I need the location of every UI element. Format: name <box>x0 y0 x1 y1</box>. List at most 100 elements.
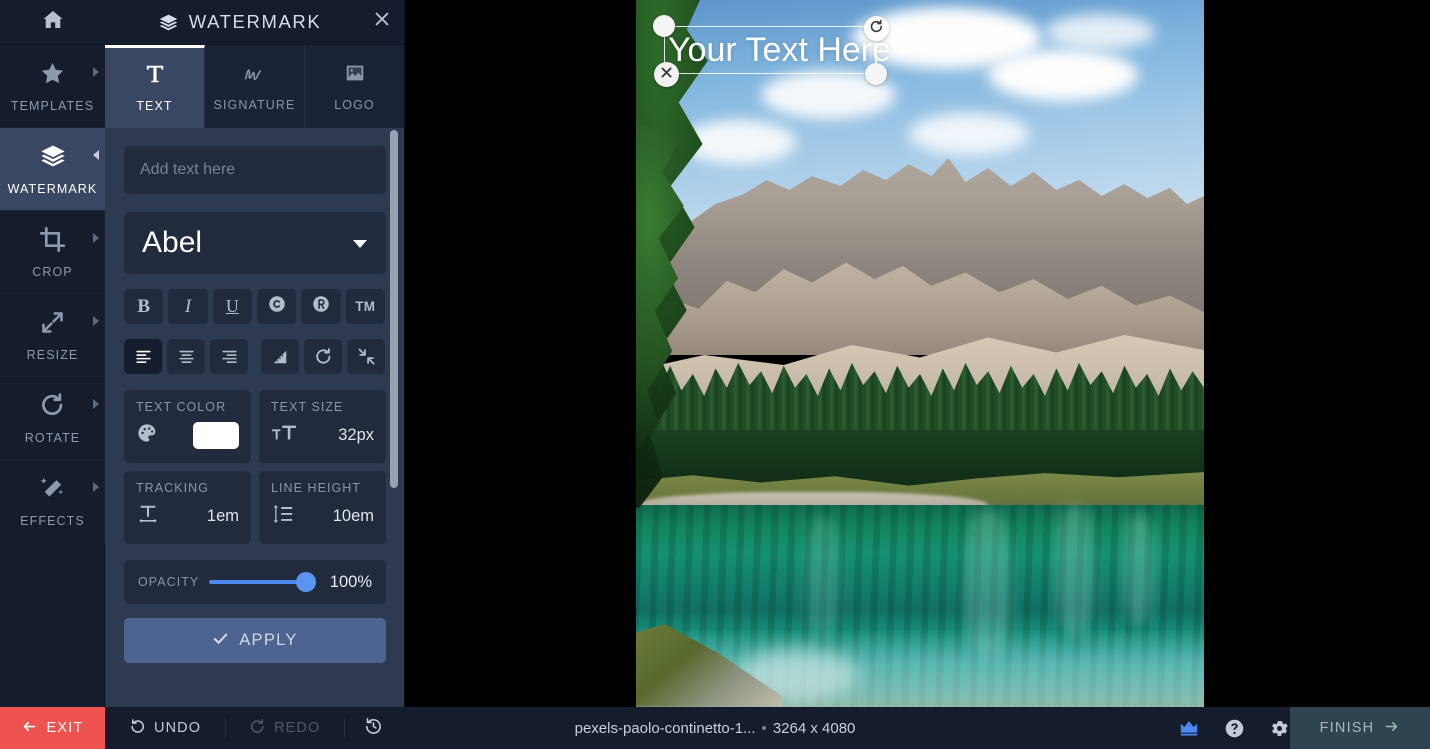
close-icon <box>660 66 673 84</box>
water-reflection-streak <box>806 517 841 638</box>
sidebar-label-templates: TEMPLATES <box>10 98 95 113</box>
help-circle-icon[interactable] <box>1224 718 1245 739</box>
tab-label-logo: LOGO <box>334 97 375 112</box>
lake-water <box>636 505 1204 707</box>
sidebar-item-watermark[interactable]: WATERMARK <box>0 128 105 211</box>
redo-label: REDO <box>274 720 321 736</box>
arrow-right-icon <box>1383 719 1400 738</box>
apply-button[interactable]: APPLY <box>124 618 386 663</box>
italic-button[interactable]: I <box>168 289 208 324</box>
file-separator: • <box>761 719 767 737</box>
rotate-watermark-handle[interactable] <box>864 16 889 41</box>
sidebar-label-rotate: ROTATE <box>24 430 81 445</box>
shrink-icon <box>358 348 374 365</box>
watermark-text[interactable]: Your Text Here <box>668 27 891 73</box>
skew-button[interactable] <box>261 339 299 374</box>
registered-button[interactable] <box>301 289 341 324</box>
rotate-text-button[interactable] <box>304 339 342 374</box>
copyright-button[interactable] <box>256 289 297 324</box>
signature-icon <box>242 62 268 89</box>
text-color-swatch[interactable] <box>193 422 239 449</box>
finish-button[interactable]: FINISH <box>1290 707 1430 749</box>
tab-logo[interactable]: LOGO <box>305 45 404 128</box>
chevron-left-icon <box>93 150 99 160</box>
redo-button[interactable]: REDO <box>225 707 344 749</box>
chevron-right-icon <box>93 399 99 409</box>
check-icon <box>212 630 229 652</box>
undo-button[interactable]: UNDO <box>105 707 225 749</box>
fit-shrink-button[interactable] <box>347 339 385 374</box>
opacity-slider-knob[interactable] <box>296 572 316 592</box>
chevron-down-icon <box>353 240 367 248</box>
tab-label-signature: SIGNATURE <box>213 97 296 112</box>
water-reflection-streak <box>1056 505 1095 635</box>
sidebar-item-rotate[interactable]: ROTATE <box>0 377 105 460</box>
resize-handle-bottom-right[interactable] <box>865 63 887 85</box>
sidebar-item-templates[interactable]: TEMPLATES <box>0 45 105 128</box>
tracking-icon <box>136 503 160 530</box>
line-height-card[interactable]: LINE HEIGHT 10em <box>259 471 386 544</box>
home-icon <box>41 8 65 37</box>
trademark-button[interactable]: TM <box>345 289 385 324</box>
underline-button[interactable]: U <box>212 289 252 324</box>
sidebar-label-crop: CROP <box>32 264 73 279</box>
copyright-icon <box>267 294 287 319</box>
font-family-select[interactable]: Abel <box>124 212 386 274</box>
align-left-button[interactable] <box>124 339 162 374</box>
text-size-card[interactable]: TEXT SIZE 32px <box>259 390 386 463</box>
image-editor-app: TEMPLATES WATERMARK CROP RESIZE ROTATE E… <box>0 0 1430 749</box>
underline-glyph: U <box>225 296 239 316</box>
opacity-control[interactable]: OPACITY 100% <box>124 560 386 604</box>
home-button[interactable] <box>0 0 105 45</box>
exit-button[interactable]: EXIT <box>0 707 105 749</box>
sidebar-label-watermark: WATERMARK <box>7 182 98 196</box>
crown-icon[interactable] <box>1178 719 1200 737</box>
image-icon <box>343 62 367 89</box>
tab-signature[interactable]: SIGNATURE <box>205 45 305 128</box>
bottom-tools <box>1178 718 1290 739</box>
text-color-label: TEXT COLOR <box>136 400 227 414</box>
arrow-left-icon <box>21 719 38 738</box>
finish-label: FINISH <box>1319 720 1375 736</box>
opacity-slider[interactable] <box>209 572 316 592</box>
rotate-cw-icon <box>869 19 884 39</box>
undo-label: UNDO <box>154 720 202 736</box>
chevron-right-icon <box>93 482 99 492</box>
panel-scrollbar-track[interactable] <box>390 128 401 707</box>
text-size-label: TEXT SIZE <box>271 400 344 414</box>
font-family-value: Abel <box>142 226 203 259</box>
tab-text[interactable]: TEXT <box>105 45 205 128</box>
layers-icon <box>39 142 67 175</box>
bold-button[interactable]: B <box>124 289 164 324</box>
align-center-button[interactable] <box>167 339 205 374</box>
text-t-icon <box>144 63 166 90</box>
delete-watermark-handle[interactable] <box>654 62 679 87</box>
text-color-card[interactable]: TEXT COLOR <box>124 390 251 463</box>
exit-label: EXIT <box>46 720 84 736</box>
star-icon <box>39 60 66 92</box>
panel-scrollbar-thumb[interactable] <box>390 130 398 488</box>
close-panel-button[interactable] <box>360 0 404 45</box>
align-right-button[interactable] <box>210 339 248 374</box>
sidebar-item-crop[interactable]: CROP <box>0 211 105 294</box>
water-reflection-streak <box>1124 513 1155 624</box>
layers-icon <box>158 12 179 33</box>
magic-wand-icon <box>39 475 66 507</box>
undo-icon <box>129 718 146 739</box>
sidebar-item-effects[interactable]: EFFECTS <box>0 460 105 543</box>
panel-title-text: WATERMARK <box>188 11 322 32</box>
font-size-icon <box>271 422 297 449</box>
editor-canvas[interactable]: Your Text Here <box>405 0 1430 707</box>
text-style-button-row: B I U TM <box>124 289 385 324</box>
tracking-card[interactable]: TRACKING 1em <box>124 471 251 544</box>
line-height-icon <box>271 503 295 530</box>
skew-icon <box>273 350 287 363</box>
rotate-icon <box>39 392 66 424</box>
gear-icon[interactable] <box>1269 718 1290 739</box>
history-button[interactable] <box>344 707 403 749</box>
photo-preview[interactable]: Your Text Here <box>636 0 1204 707</box>
sidebar-item-resize[interactable]: RESIZE <box>0 294 105 377</box>
align-left-icon <box>135 350 151 363</box>
watermark-text-input[interactable] <box>124 146 386 194</box>
resize-handle-top-left[interactable] <box>653 15 675 37</box>
